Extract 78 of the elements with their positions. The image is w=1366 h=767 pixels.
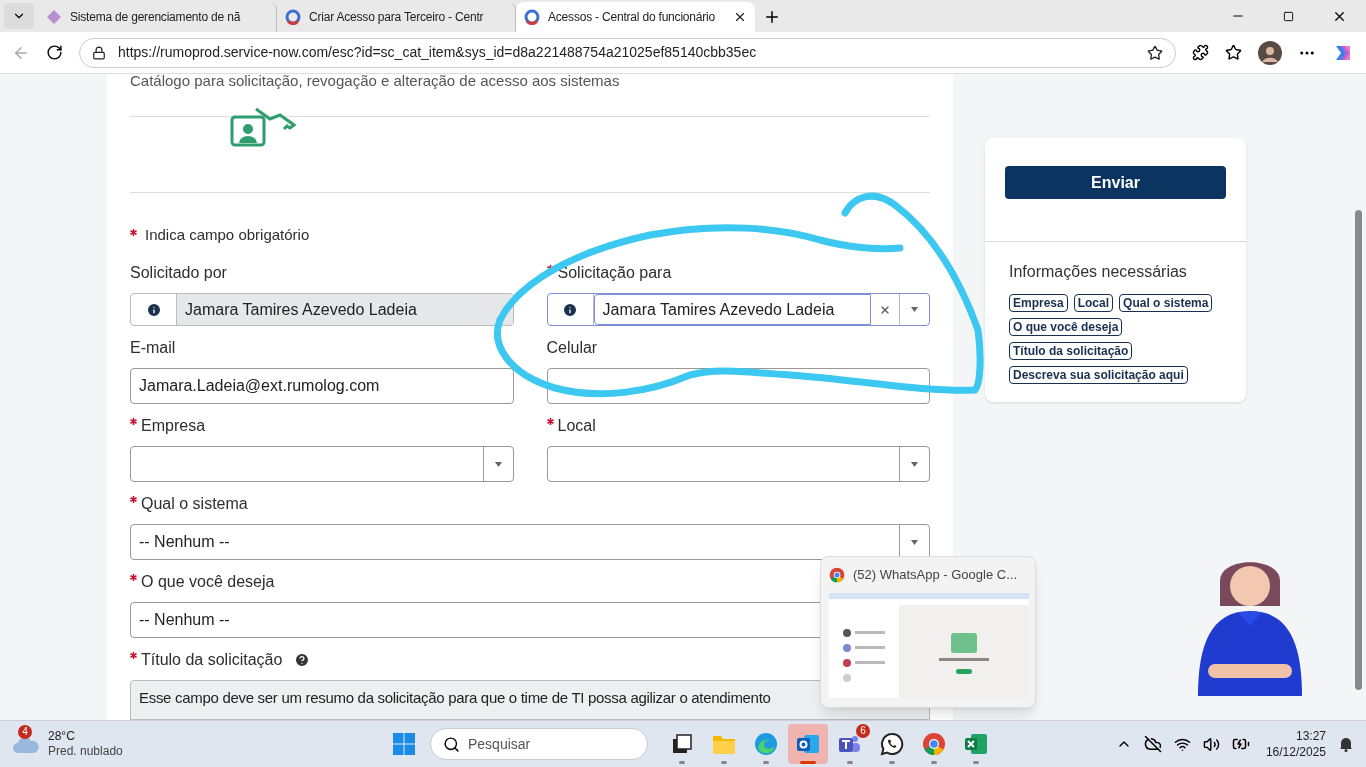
- field-label: Solicitado por: [130, 263, 227, 283]
- reference-field[interactable]: Jamara Tamires Azevedo Ladeia: [130, 293, 514, 326]
- field-label: Celular: [546, 338, 598, 358]
- notification-badge: 4: [18, 725, 32, 739]
- ring-icon: [524, 9, 540, 25]
- field-value: Jamara Tamires Azevedo Ladeia: [177, 294, 513, 325]
- taskbar-app-button[interactable]: 6: [830, 724, 870, 764]
- cloud-off-icon[interactable]: [1143, 735, 1162, 753]
- caret-icon: [911, 461, 918, 467]
- new-tab-icon[interactable]: [763, 8, 781, 26]
- required-field-link[interactable]: Local: [1073, 294, 1114, 312]
- favorite-icon[interactable]: [1147, 44, 1163, 61]
- field-label: O que você deseja: [141, 572, 275, 592]
- required-note: Indica campo obrigatório: [145, 224, 310, 245]
- field-label: Local: [557, 416, 596, 436]
- reference-field[interactable]: Jamara Tamires Azevedo Ladeia: [546, 293, 930, 326]
- info-icon: [562, 301, 578, 318]
- folder-icon: [712, 733, 736, 755]
- restore-icon[interactable]: [1283, 10, 1294, 22]
- task-view-icon: [671, 733, 693, 755]
- browser-icon: [922, 732, 946, 756]
- team-icon: [838, 733, 862, 755]
- search-field[interactable]: Pesquisar: [430, 728, 648, 760]
- required-icon: [130, 228, 137, 236]
- temperature: 28°C: [48, 729, 76, 744]
- clock-time: 13:27: [1295, 728, 1326, 744]
- required-field-link[interactable]: Título da solicitação: [1009, 342, 1133, 360]
- caret-icon: [494, 461, 502, 467]
- caret-icon: [911, 307, 918, 312]
- hint-box: Esse campo deve ser um resumo da solicitação para que o time de TI possa agilizar o atendimento: [130, 680, 930, 720]
- submit-button[interactable]: Enviar: [1005, 166, 1226, 199]
- edge-icon: [754, 732, 778, 756]
- field-value: -- Nenhum --: [139, 610, 230, 630]
- preview-title: (52) WhatsApp - Google C...: [853, 566, 1017, 584]
- field-label: E-mail: [130, 338, 176, 358]
- required-field-link[interactable]: Descreva sua solicitação aqui: [1009, 366, 1188, 384]
- field-label: Empresa: [141, 416, 206, 436]
- field-value: -- Nenhum --: [139, 532, 230, 552]
- select-field[interactable]: [546, 446, 930, 482]
- clear-icon[interactable]: [879, 303, 891, 316]
- reload-icon[interactable]: [46, 44, 63, 61]
- required-field-link[interactable]: O que você deseja: [1009, 318, 1123, 336]
- required-field-link[interactable]: Empresa: [1009, 294, 1068, 312]
- start-icon[interactable]: [392, 732, 416, 756]
- browser-tab[interactable]: Acessos - Central do funcionário: [516, 2, 755, 32]
- chat-bubble-icon: [880, 732, 904, 756]
- field-label: Qual o sistema: [141, 494, 248, 514]
- volume-icon[interactable]: [1202, 735, 1220, 753]
- info-icon: [145, 301, 162, 318]
- favorites-icon[interactable]: [1225, 44, 1242, 61]
- ring-icon: [285, 9, 301, 25]
- select-field[interactable]: [130, 446, 514, 482]
- notification-bell-icon[interactable]: [1338, 736, 1354, 752]
- badge-key-icon: [230, 106, 296, 147]
- field-value: Jamara Tamires Azevedo Ladeia: [593, 294, 871, 325]
- lock-icon: [92, 45, 106, 60]
- catalog-description: Catálogo para solicitação, revogação e alteração de acesso aos sistemas: [130, 74, 621, 91]
- text-field[interactable]: Jamara.Ladeia@ext.rumolog.com: [130, 368, 514, 404]
- field-value: Jamara.Ladeia@ext.rumolog.com: [139, 376, 380, 396]
- required-field-link[interactable]: Qual o sistema: [1119, 294, 1213, 312]
- browser-icon: [829, 566, 845, 583]
- address-field[interactable]: https://rumoprod.service-now.com/esc?id=sc_cat_item&sys_id=d8a221488754a21025ef85140cbb35ec: [79, 37, 1176, 68]
- search-placeholder: Pesquisar: [468, 734, 531, 754]
- close-icon[interactable]: [733, 10, 747, 24]
- caret-icon: [911, 539, 918, 545]
- search-icon: [443, 735, 460, 753]
- field-label: Título da solicitação: [141, 650, 283, 670]
- field-label: Solicitação para: [557, 263, 672, 283]
- spreadsheet-icon: [964, 733, 988, 755]
- panel-title: Informações necessárias: [1009, 262, 1188, 282]
- profile-avatar-icon[interactable]: [1258, 40, 1282, 65]
- extensions-icon[interactable]: [1192, 44, 1209, 61]
- weather-condition: Pred. nublado: [48, 744, 123, 759]
- mail-icon: [796, 733, 820, 755]
- clock-date: 16/12/2025: [1265, 744, 1326, 760]
- select-field[interactable]: -- Nenhum --: [130, 524, 930, 560]
- notification-badge: 6: [856, 724, 870, 738]
- diamond-icon: [46, 9, 62, 25]
